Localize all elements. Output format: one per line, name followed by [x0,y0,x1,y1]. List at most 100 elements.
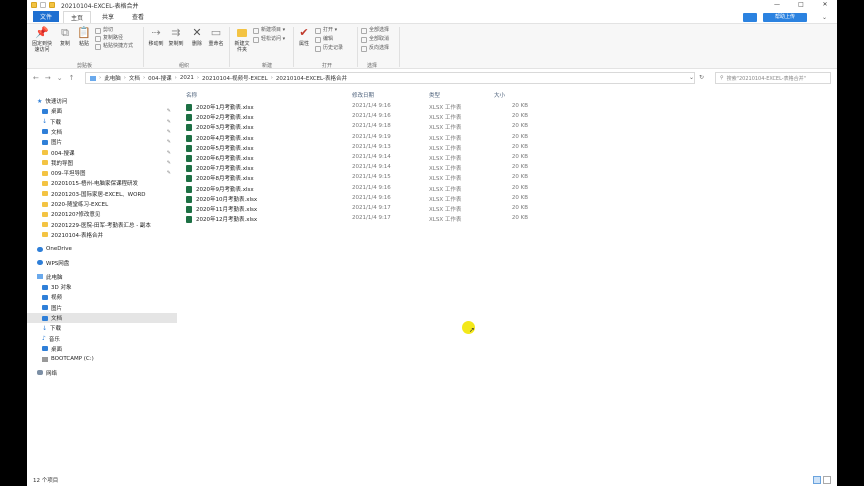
properties-qa-icon[interactable] [40,2,46,8]
copy-path-button[interactable]: 复制路径 [95,35,123,42]
nav-network[interactable]: 网络 [27,368,177,378]
pc-icon [37,274,43,280]
close-button[interactable]: ✕ [813,0,837,10]
nav-item-quick[interactable]: 2020-随堂练习-EXCEL [27,199,177,209]
breadcrumb-item[interactable]: 此电脑 [104,74,121,82]
file-row[interactable]: 2020年1月考勤表.xlsx 2021/1/4 9:16 XLSX 工作表 20 K… [182,102,562,112]
file-row[interactable]: 2020年2月考勤表.xlsx 2021/1/4 9:16 XLSX 工作表 20 K… [182,112,562,122]
nav-item-quick[interactable]: 图片 ✎ [27,137,177,147]
address-dropdown-chevron-icon[interactable]: ⌄ [689,74,694,81]
nav-item-pc[interactable]: 视频 [27,292,177,302]
nav-item-pc[interactable]: 图片 [27,303,177,313]
rename-button[interactable]: ▭ 重命名 [207,27,225,47]
nav-this-pc[interactable]: 此电脑 [27,272,177,282]
nav-item-pc[interactable]: 桌面 [27,344,177,354]
file-row[interactable]: 2020年6月考勤表.xlsx 2021/1/4 9:14 XLSX 工作表 20 K… [182,153,562,163]
file-row[interactable]: 2020年3月考勤表.xlsx 2021/1/4 9:18 XLSX 工作表 20 K… [182,122,562,132]
column-header-type[interactable]: 类型 [429,90,440,100]
pin-quick-access-button[interactable]: 📌 固定到快速访问 [31,27,53,53]
paste-shortcut-button[interactable]: 粘贴快捷方式 [95,43,133,50]
file-row[interactable]: 2020年4月考勤表.xlsx 2021/1/4 9:19 XLSX 工作表 20 K… [182,133,562,143]
pinned-icon: ✎ [166,128,171,135]
nav-item-quick[interactable]: 20201229-医院-田军-考勤表汇总 - 副本 [27,220,177,230]
tab-file[interactable]: 文件 [33,11,60,22]
breadcrumb-item[interactable]: 20210104-视频号-EXCEL [202,74,268,82]
nav-item-pc[interactable]: BOOTCAMP (C:) [27,354,177,364]
cut-button[interactable]: 剪切 [95,27,113,34]
nav-item-label: 图片 [51,305,63,312]
column-header-size[interactable]: 大小 [494,90,505,100]
invert-selection-button[interactable]: 反向选择 [361,45,389,52]
file-date: 2021/1/4 9:16 [352,103,391,109]
nav-item-quick[interactable]: 20210104-表格合并 [27,230,177,240]
tab-view[interactable]: 查看 [125,11,151,22]
back-arrow-icon[interactable]: ← [33,74,39,82]
large-icons-view-icon[interactable] [823,476,831,484]
breadcrumb-item[interactable]: 2021 [180,75,194,81]
nav-item-quick[interactable]: 009-平坦导图 ✎ [27,168,177,178]
address-bar[interactable]: › 此电脑 › 文档 › 004-搜课 › 2021 › 20210104-视频… [85,72,695,84]
file-row[interactable]: 2020年11月考勤表.xlsx 2021/1/4 9:17 XLSX 工作表 20 … [182,204,562,214]
nav-item-quick[interactable]: 20201015-梧州-电脑家保课程研发 [27,178,177,188]
forward-arrow-icon[interactable]: → [45,74,51,82]
ribbon-expand-chevron-icon[interactable]: ⌄ [822,14,827,21]
column-header-name[interactable]: 名称 [186,90,197,100]
nav-onedrive[interactable]: OneDrive [27,244,177,254]
history-button[interactable]: 历史记录 [315,45,343,52]
breadcrumb-item[interactable]: 004-搜课 [148,74,171,82]
nav-item-quick[interactable]: 桌面 ✎ [27,106,177,116]
move-to-button[interactable]: ⇢ 移动到 [147,27,165,47]
edit-button[interactable]: 编辑 [315,36,333,43]
nav-item-quick[interactable]: 20201203-国际家居-EXCEL、WORD [27,189,177,199]
nav-item-pc[interactable]: ↓ 下载 [27,323,177,333]
tab-home[interactable]: 主页 [63,10,92,23]
file-row[interactable]: 2020年8月考勤表.xlsx 2021/1/4 9:15 XLSX 工作表 20 K… [182,173,562,183]
nav-item-pc[interactable]: 3D 对象 [27,282,177,292]
nav-item-quick[interactable]: ↓ 下载 ✎ [27,117,177,127]
nav-item-pc[interactable]: 文档 [27,313,177,323]
delete-button[interactable]: ✕ 删除 [189,27,205,47]
copy-to-button[interactable]: ⇉ 复制到 [167,27,185,47]
cloud-upload-icon[interactable] [743,13,757,22]
new-item-button[interactable]: 新建项目 ▾ [253,27,285,34]
file-row[interactable]: 2020年10月考勤表.xlsx 2021/1/4 9:16 XLSX 工作表 20 … [182,194,562,204]
file-size: 20 KB [511,133,528,140]
file-row[interactable]: 2020年5月考勤表.xlsx 2021/1/4 9:13 XLSX 工作表 20 K… [182,143,562,153]
new-folder-qa-icon[interactable] [49,2,55,8]
open-button[interactable]: 打开 ▾ [315,27,337,34]
folder-icon [42,211,48,217]
file-type: XLSX 工作表 [429,125,462,132]
paste-button[interactable]: 📋 粘贴 [76,27,92,47]
nav-wps[interactable]: WPS网盘 [27,258,177,268]
folder-icon [42,191,48,197]
file-row[interactable]: 2020年12月考勤表.xlsx 2021/1/4 9:17 XLSX 工作表 20 … [182,214,562,224]
properties-button[interactable]: ✔ 属性 [297,27,311,47]
breadcrumb-item[interactable]: 文档 [129,74,140,82]
refresh-icon[interactable]: ↻ [699,74,704,81]
breadcrumb-item[interactable]: 20210104-EXCEL-表格合并 [276,74,347,82]
file-type: XLSX 工作表 [429,176,462,183]
easy-access-button[interactable]: 轻松访问 ▾ [253,36,285,43]
file-row[interactable]: 2020年7月考勤表.xlsx 2021/1/4 9:14 XLSX 工作表 20 K… [182,163,562,173]
nav-item-quick[interactable]: 我的导图 ✎ [27,158,177,168]
details-view-icon[interactable] [813,476,821,484]
select-all-button[interactable]: 全部选择 [361,27,389,34]
column-header-date[interactable]: 修改日期 [352,90,374,100]
file-row[interactable]: 2020年9月考勤表.xlsx 2021/1/4 9:16 XLSX 工作表 20 K… [182,184,562,194]
help-upload-badge[interactable]: 帮助上传 [763,13,807,22]
nav-item-pc[interactable]: ♪ 音乐 [27,334,177,344]
select-none-button[interactable]: 全部取消 [361,36,389,43]
tab-share[interactable]: 共享 [95,11,121,22]
download-arrow-icon: ↓ [42,324,48,332]
nav-item-quick[interactable]: 004-搜课 ✎ [27,148,177,158]
maximize-button[interactable]: □ [789,0,813,10]
nav-quick-access[interactable]: ★ 快速访问 [27,96,177,106]
recent-chevron-icon[interactable]: ⌄ [57,74,63,82]
new-folder-button[interactable]: 新建文件夹 [233,27,251,53]
nav-item-quick[interactable]: 2020120?修改意见 [27,209,177,219]
minimize-button[interactable]: — [765,0,789,10]
nav-item-quick[interactable]: 文档 ✎ [27,127,177,137]
search-box[interactable]: ⚲ 搜索"20210104-EXCEL-表格合并" [715,72,831,84]
copy-button[interactable]: ⧉ 复制 [57,27,73,47]
up-arrow-icon[interactable]: ↑ [69,74,75,82]
